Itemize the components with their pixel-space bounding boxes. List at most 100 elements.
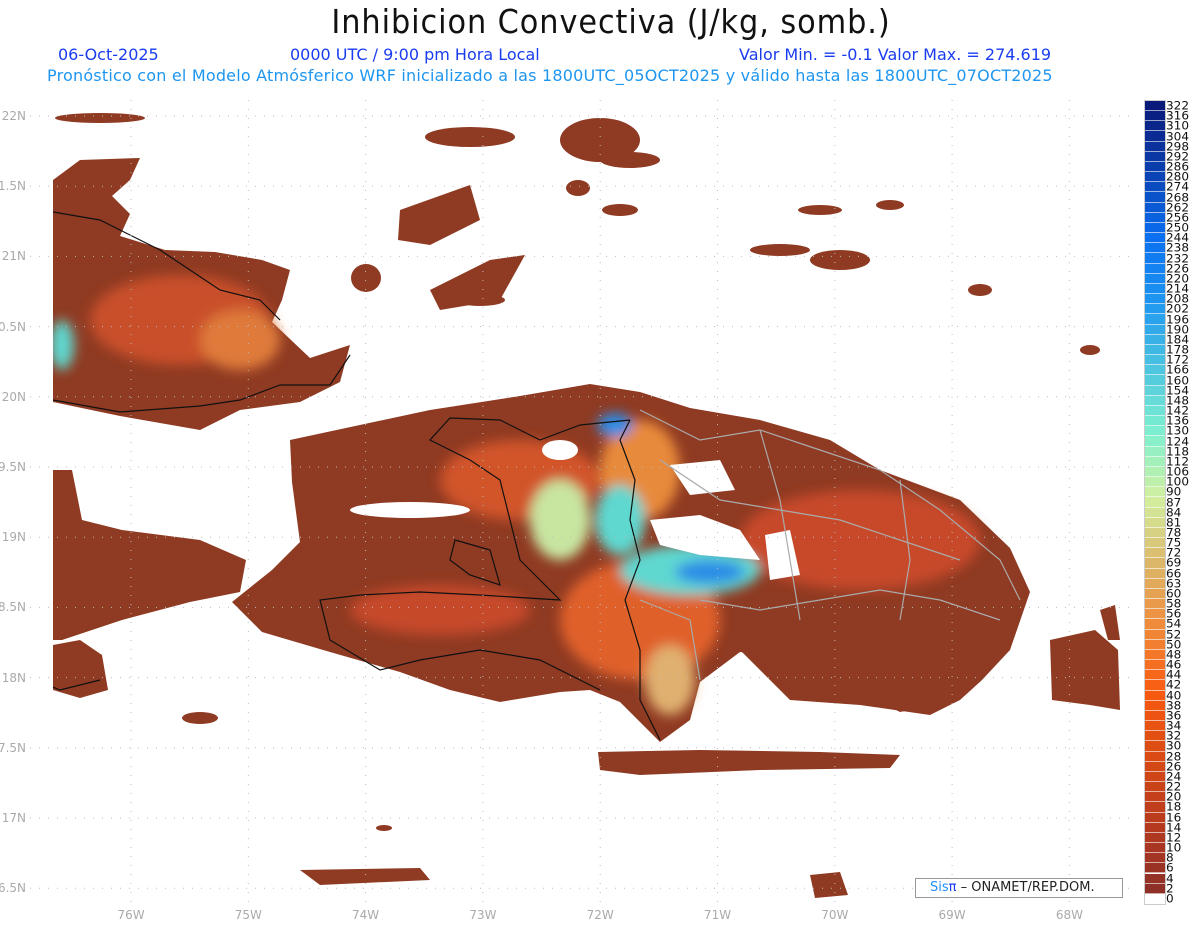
lon-label: 75W	[234, 908, 262, 922]
lon-label: 69W	[938, 908, 966, 922]
lon-label: 71W	[703, 908, 732, 922]
colorbar-swatch	[1145, 294, 1165, 305]
colorbar-swatch	[1145, 487, 1165, 498]
colorbar-swatch	[1145, 802, 1165, 813]
colorbar-swatch	[1145, 233, 1165, 244]
colorbar-swatch	[1145, 761, 1165, 772]
pi-logo-glyph: π	[948, 880, 957, 895]
colorbar-swatch	[1145, 131, 1165, 142]
colorbar-swatch	[1145, 792, 1165, 803]
colorbar-swatch	[1145, 538, 1165, 549]
lat-label: 9.5N	[0, 460, 26, 474]
colorbar-swatch	[1145, 771, 1165, 783]
lat-label: 0.5N	[0, 319, 26, 334]
colorbar-swatch	[1145, 395, 1165, 406]
lat-label: 22N	[1, 109, 26, 123]
lat-label: 17N	[1, 811, 26, 825]
colorbar-swatch	[1145, 365, 1165, 376]
colorbar-swatch	[1145, 151, 1165, 162]
colorbar-swatch	[1145, 649, 1165, 661]
colorbar-swatch	[1145, 690, 1165, 701]
colorbar-swatch	[1145, 161, 1165, 173]
colorbar-swatch	[1145, 619, 1165, 630]
colorbar-swatch	[1145, 558, 1165, 569]
colorbar-swatch	[1145, 101, 1165, 112]
colorbar-swatch	[1145, 843, 1165, 854]
colorbar-swatch	[1145, 477, 1165, 488]
colorbar-swatch	[1145, 304, 1165, 315]
colorbar-swatch	[1145, 853, 1165, 864]
colorbar-swatch	[1145, 721, 1165, 732]
credit-org: – ONAMET/REP.DOM.	[960, 880, 1095, 895]
colorbar-swatch	[1145, 355, 1165, 366]
lat-label: 20N	[1, 389, 26, 404]
colorbar-swatch	[1145, 253, 1165, 264]
colorbar-swatch	[1145, 334, 1165, 345]
colorbar-swatch	[1145, 385, 1165, 396]
colorbar-swatch	[1145, 832, 1165, 843]
colorbar-swatch	[1145, 324, 1165, 335]
colorbar-swatch	[1145, 446, 1165, 457]
colorbar-swatch	[1145, 893, 1165, 904]
colorbar-swatch	[1145, 416, 1165, 427]
colorbar-swatch	[1145, 212, 1165, 223]
lat-label: 19N	[1, 530, 26, 545]
lon-label: 68W	[1055, 908, 1083, 922]
colorbar-swatch	[1145, 263, 1165, 274]
colorbar-swatch	[1145, 436, 1165, 447]
colorbar-swatch	[1145, 243, 1165, 254]
lon-label: 70W	[821, 908, 849, 922]
colorbar-swatch	[1145, 588, 1165, 600]
colorbar-swatch	[1145, 873, 1165, 884]
lat-label: 21N	[1, 249, 26, 264]
colorbar-swatch	[1145, 639, 1165, 650]
colorbar-label: 0	[1166, 891, 1174, 906]
colorbar-swatch	[1145, 822, 1165, 833]
colorbar-swatch	[1145, 660, 1165, 671]
colorbar	[1144, 100, 1166, 905]
lat-label: 8.5N	[0, 600, 26, 615]
colorbar-swatch	[1145, 507, 1165, 518]
colorbar-swatch	[1145, 812, 1165, 823]
colorbar-swatch	[1145, 680, 1165, 691]
credit-box: Sisπ – ONAMET/REP.DOM.	[915, 878, 1123, 898]
colorbar-swatch	[1145, 548, 1165, 559]
colorbar-swatch	[1145, 782, 1165, 793]
colorbar-swatch	[1145, 568, 1165, 579]
colorbar-swatch	[1145, 609, 1165, 620]
colorbar-swatch	[1145, 517, 1165, 528]
colorbar-swatch	[1145, 344, 1165, 356]
colorbar-swatch	[1145, 456, 1165, 467]
lon-label: 72W	[586, 908, 614, 922]
colorbar-swatch	[1145, 527, 1165, 539]
colorbar-swatch	[1145, 141, 1165, 152]
colorbar-swatch	[1145, 670, 1165, 681]
lon-label: 76W	[117, 908, 145, 922]
colorbar-swatch	[1145, 182, 1165, 193]
colorbar-swatch	[1145, 497, 1165, 508]
lat-label: 7.5N	[0, 740, 26, 755]
colorbar-swatch	[1145, 121, 1165, 132]
colorbar-swatch	[1145, 405, 1165, 417]
colorbar-swatch	[1145, 741, 1165, 752]
colorbar-swatch	[1145, 629, 1165, 640]
colorbar-swatch	[1145, 599, 1165, 610]
lat-label: 1.5N	[0, 179, 26, 194]
colorbar-swatch	[1145, 710, 1165, 722]
colorbar-swatch	[1145, 202, 1165, 213]
colorbar-swatch	[1145, 751, 1165, 762]
lon-label: 74W	[352, 908, 380, 922]
colorbar-swatch	[1145, 863, 1165, 874]
forecast-map	[30, 100, 1135, 905]
colorbar-swatch	[1145, 731, 1165, 742]
lat-label: 18N	[1, 670, 26, 685]
colorbar-swatch	[1145, 222, 1165, 234]
sispi-logo-text: Sis	[930, 880, 949, 895]
colorbar-swatch	[1145, 192, 1165, 203]
colorbar-swatch	[1145, 883, 1165, 894]
lat-label: 6.5N	[0, 881, 26, 896]
colorbar-swatch	[1145, 172, 1165, 183]
colorbar-swatch	[1145, 700, 1165, 711]
colorbar-swatch	[1145, 466, 1165, 478]
colorbar-swatch	[1145, 314, 1165, 325]
